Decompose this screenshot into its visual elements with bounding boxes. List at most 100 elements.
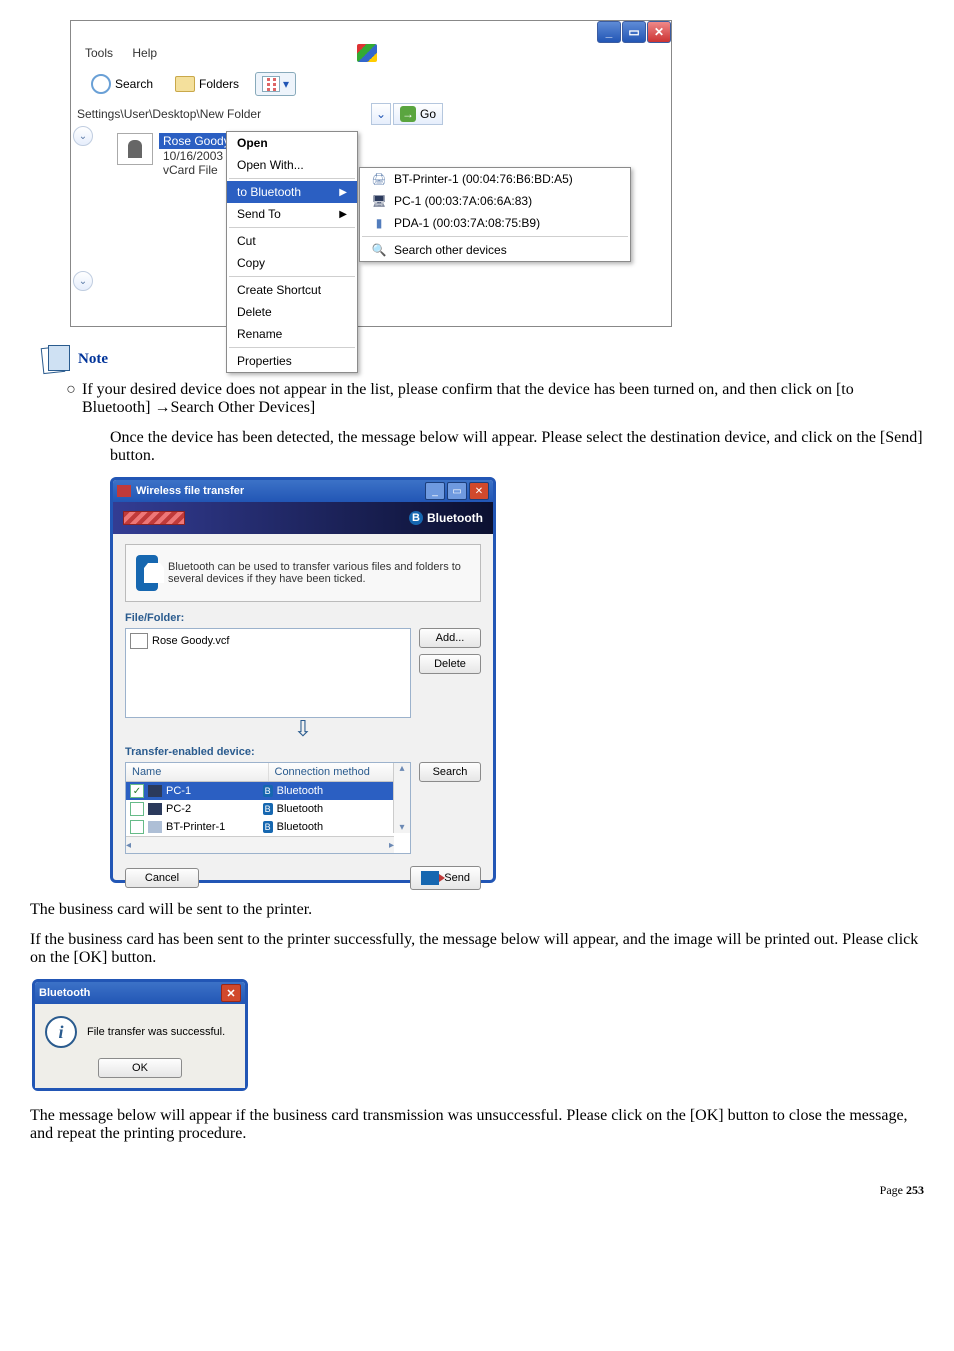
- delete-button[interactable]: Delete: [419, 654, 481, 674]
- send-icon: [421, 871, 439, 885]
- submenu-search-other[interactable]: 🔍 Search other devices: [360, 239, 630, 261]
- ctx-open[interactable]: Open: [227, 132, 357, 154]
- device-row-pc2[interactable]: PC-2 BBluetooth: [126, 800, 410, 818]
- ctx-cut[interactable]: Cut: [227, 230, 357, 252]
- note-label: Note: [78, 351, 108, 368]
- checkbox-checked-icon[interactable]: ✓: [130, 784, 144, 798]
- bluetooth-submenu: 🖨 BT-Printer-1 (00:04:76:B6:BD:A5) 🖥 PC-…: [359, 167, 631, 262]
- panel-collapse-icon[interactable]: ⌄: [73, 126, 93, 146]
- submenu-label: BT-Printer-1 (00:04:76:B6:BD:A5): [394, 172, 573, 186]
- wft-app-icon: [117, 485, 131, 497]
- maximize-button[interactable]: ▭: [622, 21, 646, 43]
- horizontal-scrollbar[interactable]: ◂▸: [126, 836, 394, 853]
- wft-title-bar: Wireless file transfer _ ▭ ✕: [113, 480, 493, 502]
- page-number: 253: [906, 1183, 924, 1197]
- send-label: Send: [444, 872, 470, 884]
- msgbox-text: File transfer was successful.: [87, 1026, 225, 1038]
- device-table[interactable]: Name Connection method ✓PC-1 BBluetooth …: [125, 762, 411, 854]
- add-button[interactable]: Add...: [419, 628, 481, 648]
- ok-button[interactable]: OK: [98, 1058, 182, 1078]
- bluetooth-icon: B: [263, 821, 273, 833]
- scroll-right-icon[interactable]: ▸: [389, 840, 394, 851]
- chevron-right-icon: ▶: [339, 187, 347, 198]
- close-button[interactable]: ✕: [647, 21, 671, 43]
- ctx-send-to-label: Send To: [237, 207, 281, 221]
- submenu-bt-printer[interactable]: 🖨 BT-Printer-1 (00:04:76:B6:BD:A5): [360, 168, 630, 190]
- scroll-down-icon[interactable]: ▾: [399, 822, 404, 833]
- explorer-screenshot: _ ▭ ✕ Tools Help Search Folders ▾ Settin…: [70, 20, 672, 327]
- search-icon: 🔍: [370, 243, 388, 257]
- windows-flag-icon: [357, 44, 377, 62]
- file-list[interactable]: Rose Goody.vcf: [125, 628, 411, 718]
- para-success: If the business card has been sent to th…: [30, 931, 924, 967]
- connection-method: Bluetooth: [277, 821, 323, 833]
- chevron-right-icon: ▶: [339, 209, 347, 220]
- ctx-to-bluetooth-label: to Bluetooth: [237, 185, 301, 199]
- minimize-button[interactable]: _: [597, 21, 621, 43]
- views-icon: [262, 76, 280, 92]
- folders-button[interactable]: Folders: [169, 73, 245, 95]
- bluetooth-icon: B: [263, 785, 273, 797]
- ctx-copy[interactable]: Copy: [227, 252, 357, 274]
- toolbar: Search Folders ▾: [85, 71, 306, 97]
- close-button[interactable]: ✕: [469, 482, 489, 500]
- folder-icon: [175, 76, 195, 92]
- ctx-properties[interactable]: Properties: [227, 350, 357, 372]
- ctx-rename[interactable]: Rename: [227, 323, 357, 345]
- para-printer: The business card will be sent to the pr…: [30, 901, 924, 919]
- connection-method: Bluetooth: [277, 785, 323, 797]
- info-icon: i: [45, 1016, 77, 1048]
- vertical-scrollbar[interactable]: ▴▾: [393, 763, 410, 833]
- checkbox-icon[interactable]: [130, 820, 144, 834]
- ctx-delete[interactable]: Delete: [227, 301, 357, 323]
- vcard-icon: [117, 133, 153, 165]
- monitor-icon: [148, 803, 162, 815]
- file-folder-label: File/Folder:: [125, 612, 481, 624]
- close-button[interactable]: ✕: [221, 984, 241, 1002]
- page-label: Page: [880, 1183, 906, 1197]
- wft-header: B Bluetooth: [113, 502, 493, 534]
- menubar: Tools Help: [85, 46, 173, 60]
- connection-method: Bluetooth: [277, 803, 323, 815]
- address-dropdown[interactable]: ⌄: [371, 103, 391, 125]
- search-icon: [91, 74, 111, 94]
- submenu-sep: [362, 236, 628, 237]
- search-button[interactable]: Search: [85, 71, 159, 97]
- ctx-send-to[interactable]: Send To ▶: [227, 203, 357, 225]
- wft-title-text: Wireless file transfer: [136, 485, 244, 497]
- transfer-device-label: Transfer-enabled device:: [125, 746, 481, 758]
- address-text[interactable]: Settings\User\Desktop\New Folder: [71, 105, 371, 123]
- submenu-pda1[interactable]: ▮ PDA-1 (00:03:7A:08:75:B9): [360, 212, 630, 234]
- col-connection[interactable]: Connection method: [269, 763, 411, 781]
- cancel-button[interactable]: Cancel: [125, 868, 199, 888]
- para-after-note: Once the device has been detected, the m…: [110, 429, 924, 465]
- menu-tools[interactable]: Tools: [85, 46, 113, 60]
- ctx-sep: [229, 227, 355, 228]
- device-row-printer[interactable]: BT-Printer-1 BBluetooth: [126, 818, 410, 836]
- checkbox-icon[interactable]: [130, 802, 144, 816]
- file-list-entry[interactable]: Rose Goody.vcf: [130, 633, 406, 649]
- search-label: Search: [115, 77, 153, 91]
- panel-collapse-icon-2[interactable]: ⌄: [73, 271, 93, 291]
- send-button[interactable]: Send: [410, 866, 481, 890]
- window-title-buttons: _ ▭ ✕: [596, 21, 671, 43]
- context-menu: Open Open With... to Bluetooth ▶ Send To…: [226, 131, 358, 373]
- pda-icon: ▮: [370, 216, 388, 230]
- ctx-sep: [229, 347, 355, 348]
- device-row-pc1[interactable]: ✓PC-1 BBluetooth: [126, 782, 410, 800]
- ctx-shortcut[interactable]: Create Shortcut: [227, 279, 357, 301]
- submenu-label: PC-1 (00:03:7A:06:6A:83): [394, 194, 532, 208]
- views-button[interactable]: ▾: [255, 72, 296, 96]
- submenu-label: PDA-1 (00:03:7A:08:75:B9): [394, 216, 540, 230]
- scroll-left-icon[interactable]: ◂: [126, 840, 131, 851]
- col-name[interactable]: Name: [126, 763, 269, 781]
- search-button[interactable]: Search: [419, 762, 481, 782]
- maximize-button[interactable]: ▭: [447, 482, 467, 500]
- submenu-pc1[interactable]: 🖥 PC-1 (00:03:7A:06:6A:83): [360, 190, 630, 212]
- go-button[interactable]: → Go: [393, 103, 443, 125]
- minimize-button[interactable]: _: [425, 482, 445, 500]
- ctx-open-with[interactable]: Open With...: [227, 154, 357, 176]
- ctx-to-bluetooth[interactable]: to Bluetooth ▶: [227, 181, 357, 203]
- scroll-up-icon[interactable]: ▴: [399, 763, 404, 774]
- menu-help[interactable]: Help: [132, 46, 157, 60]
